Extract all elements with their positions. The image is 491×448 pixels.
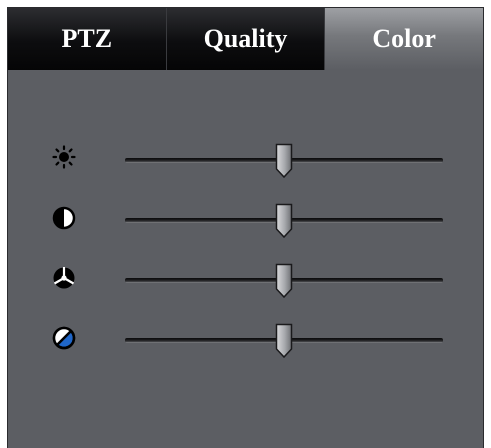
slider-thumb[interactable]	[275, 203, 293, 239]
hue-icon	[52, 326, 76, 350]
brightness-icon	[52, 145, 76, 169]
slider-thumb[interactable]	[275, 263, 293, 299]
saturation-icon	[52, 266, 76, 290]
color-settings-panel: PTZ Quality Color	[7, 7, 484, 448]
hue-slider[interactable]	[125, 321, 443, 361]
tab-quality[interactable]: Quality	[166, 8, 326, 70]
brightness-row	[8, 141, 483, 181]
tab-color[interactable]: Color	[325, 8, 483, 70]
hue-row	[8, 321, 483, 361]
contrast-icon	[52, 206, 76, 230]
saturation-row	[8, 261, 483, 301]
contrast-row	[8, 201, 483, 241]
tab-bar: PTZ Quality Color	[8, 8, 483, 70]
slider-thumb[interactable]	[275, 323, 293, 359]
contrast-slider[interactable]	[125, 201, 443, 241]
slider-thumb[interactable]	[275, 143, 293, 179]
brightness-slider[interactable]	[125, 141, 443, 181]
tab-ptz[interactable]: PTZ	[8, 8, 167, 70]
saturation-slider[interactable]	[125, 261, 443, 301]
